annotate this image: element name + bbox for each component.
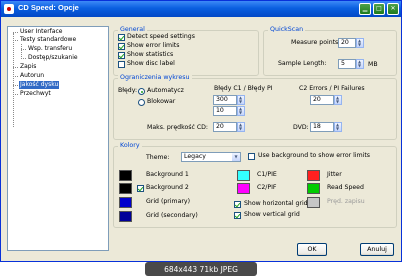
title-bar[interactable]: CD Speed: Opcje ▁ □ ✕ [1, 1, 401, 17]
sample-length-unit: MB [368, 61, 378, 68]
write-speed-label: Pręd. zapisu [327, 198, 365, 205]
chart-limits-legend: Ograniczenia wykresu [118, 74, 192, 82]
errors-label: Błędy: [118, 87, 138, 94]
window-title: CD Speed: Opcje [18, 3, 79, 12]
ok-button[interactable]: OK [297, 243, 327, 256]
c2-pif-label: C2/PIF [257, 184, 277, 191]
c1-header: Błędy C1 / Błędy PI [214, 85, 273, 92]
mode-auto-label: Automatycz [147, 87, 184, 94]
tree-item-capture[interactable]: Przechwyt [19, 90, 52, 98]
c1-pie-label: C1/PIE [257, 171, 277, 178]
c1-limit-stepper-2[interactable]: ▲ ▼ [237, 106, 245, 116]
mode-auto-radio[interactable] [138, 88, 145, 95]
c1-limit-input-2[interactable]: 10 [213, 106, 237, 116]
max-speed-label: Maks. prędkość CD: [147, 124, 208, 131]
show-vertical-grid-label: Show vertical grid [244, 211, 300, 218]
show-statistics-label: Show statistics [127, 51, 174, 58]
sample-length-label: Sample Length: [278, 60, 327, 67]
c2-limit-input[interactable]: 20 [310, 95, 334, 105]
use-background-label: Use background to show error limits [258, 152, 371, 159]
tree-item-write[interactable]: Zapis [19, 63, 37, 71]
mode-block-radio[interactable] [138, 99, 145, 106]
read-speed-swatch[interactable] [307, 183, 320, 194]
settings-tree: User Interface Testy standardowe Wsp. tr… [7, 26, 109, 251]
tree-item-disc-quality[interactable]: Jakość dysku [19, 81, 60, 89]
show-error-limits-label: Show error limits [127, 42, 180, 49]
max-speed-cd-input[interactable]: 20 [213, 122, 237, 132]
show-disc-label-checkbox[interactable] [118, 61, 125, 68]
app-icon [4, 4, 14, 14]
sample-length-stepper[interactable]: ▲ ▼ [356, 59, 364, 69]
read-speed-label: Read Speed [327, 184, 364, 191]
quickscan-legend: QuickScan [268, 26, 306, 34]
mode-block-label: Blokowar [147, 98, 176, 105]
jitter-label: Jitter [327, 171, 342, 178]
tree-item-standard-tests[interactable]: Testy standardowe [19, 36, 77, 44]
c1-limit-input[interactable]: 300 [213, 95, 237, 105]
quickscan-group: QuickScan [263, 26, 397, 76]
c1-pie-swatch[interactable] [237, 170, 250, 181]
measure-points-input[interactable]: 20 [338, 38, 356, 48]
c2-pif-swatch[interactable] [237, 183, 250, 194]
show-horizontal-grid-checkbox[interactable] [234, 201, 241, 208]
tree-item-transfer-rate[interactable]: Wsp. transferu [27, 45, 73, 53]
grid-secondary-label: Grid (secondary) [146, 212, 198, 219]
theme-label: Theme: [146, 154, 170, 161]
max-speed-dvd-input[interactable]: 18 [310, 122, 334, 132]
image-info-text: 684x443 71kb JPEG [164, 265, 238, 274]
maximize-button[interactable]: □ [373, 3, 385, 15]
detect-speed-label: Detect speed settings [127, 33, 195, 40]
c2-header: C2 Errors / PI Failures [299, 85, 365, 92]
theme-select-value: Legacy [184, 153, 206, 160]
background2-checkbox[interactable] [137, 185, 144, 192]
dvd-label: DVD: [293, 124, 309, 131]
use-background-checkbox[interactable] [248, 153, 255, 160]
show-statistics-checkbox[interactable] [118, 52, 125, 59]
sample-length-input[interactable]: 5 [338, 59, 356, 69]
tree-item-autorun[interactable]: Autorun [19, 72, 45, 80]
tree-item-access-seek[interactable]: Dostęp/szukanie [27, 54, 79, 62]
max-speed-dvd-stepper[interactable]: ▲ ▼ [334, 122, 342, 132]
background1-swatch[interactable] [119, 170, 132, 181]
show-error-limits-checkbox[interactable] [118, 43, 125, 50]
measure-points-label: Measure points [291, 39, 339, 46]
minimize-icon: ▁ [362, 5, 368, 12]
tree-item-user-interface[interactable]: User Interface [19, 28, 63, 36]
measure-points-stepper[interactable]: ▲ ▼ [356, 38, 364, 48]
show-horizontal-grid-label: Show horizontal grid [244, 200, 308, 207]
grid-primary-label: Grid (primary) [146, 198, 190, 205]
minimize-button[interactable]: ▁ [359, 3, 371, 15]
maximize-icon: □ [376, 5, 382, 12]
detect-speed-checkbox[interactable] [118, 34, 125, 41]
colors-legend: Kolory [118, 142, 142, 150]
write-speed-swatch[interactable] [307, 197, 320, 208]
grid-primary-swatch[interactable] [119, 197, 132, 208]
show-vertical-grid-checkbox[interactable] [234, 212, 241, 219]
max-speed-cd-stepper[interactable]: ▲ ▼ [237, 122, 245, 132]
close-button[interactable]: ✕ [387, 3, 399, 15]
background1-label: Background 1 [146, 171, 189, 178]
background2-swatch[interactable] [119, 183, 132, 194]
chevron-down-icon: ▼ [232, 153, 240, 161]
theme-select[interactable]: Legacy ▼ [181, 152, 241, 162]
c1-limit-stepper[interactable]: ▲ ▼ [237, 95, 245, 105]
options-dialog: CD Speed: Opcje ▁ □ ✕ User Interface Tes… [0, 0, 402, 262]
cancel-button[interactable]: Anuluj [360, 243, 394, 256]
background2-label: Background 2 [146, 184, 189, 191]
close-icon: ✕ [390, 5, 396, 12]
grid-secondary-swatch[interactable] [119, 211, 132, 222]
jitter-swatch[interactable] [307, 170, 320, 181]
c2-limit-stepper[interactable]: ▲ ▼ [334, 95, 342, 105]
show-disc-label-label: Show disc label [127, 60, 175, 67]
